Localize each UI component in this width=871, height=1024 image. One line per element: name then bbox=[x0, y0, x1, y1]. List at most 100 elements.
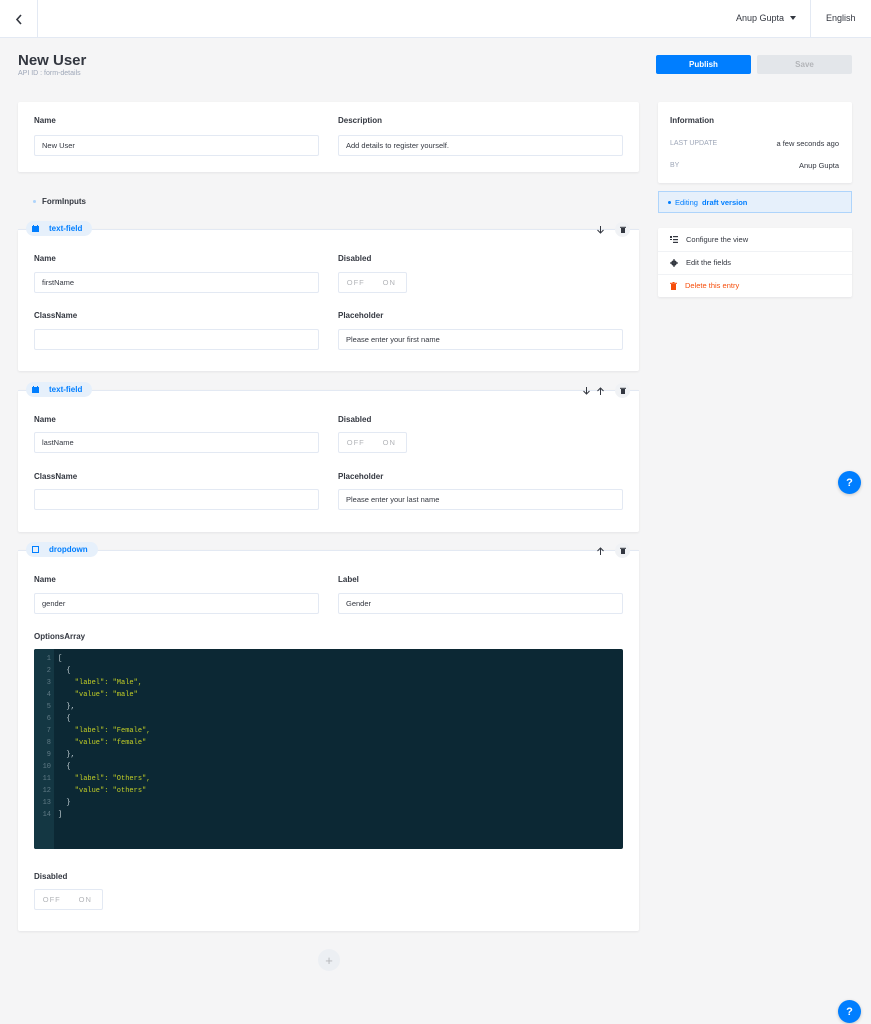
disabled-toggle[interactable]: OFF ON bbox=[338, 272, 407, 293]
code-line: 6 { bbox=[34, 713, 71, 725]
help-button[interactable]: ? bbox=[838, 471, 861, 494]
disabled-toggle[interactable]: OFF ON bbox=[34, 889, 103, 910]
trash-icon bbox=[619, 226, 626, 233]
save-button[interactable]: Save bbox=[757, 55, 852, 74]
code-line: 10 { bbox=[34, 761, 71, 773]
toggle-on[interactable]: ON bbox=[373, 273, 407, 292]
options-code-editor[interactable]: 1 [2 {3 "label": "Male", 4 "value": "male"… bbox=[34, 649, 623, 849]
move-up-button[interactable] bbox=[594, 545, 606, 557]
arrow-up-icon bbox=[596, 387, 604, 395]
delete-component-button[interactable] bbox=[615, 543, 630, 558]
help-button-bottom[interactable]: ? bbox=[838, 1000, 861, 1023]
name-label: Name bbox=[34, 254, 56, 263]
by-label: BY bbox=[670, 162, 680, 169]
dropdown-icon bbox=[32, 546, 39, 553]
component-type-label: dropdown bbox=[49, 545, 88, 554]
name-label: Name bbox=[34, 575, 56, 584]
disabled-toggle[interactable]: OFF ON bbox=[338, 432, 407, 453]
component-type-label: text-field bbox=[49, 385, 83, 394]
code-line: 11 "label": "Others", bbox=[34, 773, 151, 785]
edit-fields-link[interactable]: Edit the fields bbox=[658, 251, 852, 274]
line-number: 3 bbox=[46, 679, 51, 687]
line-number: 4 bbox=[46, 691, 51, 699]
status-version: draft version bbox=[701, 197, 748, 207]
placeholder-input[interactable]: Please enter your first name bbox=[338, 329, 623, 350]
information-title: Information bbox=[670, 116, 714, 125]
gear-icon bbox=[670, 258, 678, 267]
code-line: 12 "value": "others" bbox=[34, 785, 147, 797]
classname-label: ClassName bbox=[34, 472, 78, 481]
component-tag[interactable]: text-field bbox=[26, 221, 93, 236]
disabled-label: Disabled bbox=[338, 415, 372, 424]
line-number: 8 bbox=[46, 739, 51, 747]
label-label: Label bbox=[338, 575, 359, 584]
api-id: API ID : form-details bbox=[18, 70, 81, 77]
name-input[interactable]: firstName bbox=[34, 272, 319, 293]
name-input[interactable]: lastName bbox=[34, 432, 319, 453]
name-input[interactable]: New User bbox=[34, 135, 319, 156]
code-text: "value": "male" bbox=[58, 691, 138, 699]
last-update-label: LAST UPDATE bbox=[670, 140, 718, 147]
line-number: 11 bbox=[42, 775, 51, 783]
line-number: 9 bbox=[46, 751, 51, 759]
arrow-up-icon bbox=[596, 547, 604, 555]
placeholder-input[interactable]: Please enter your last name bbox=[338, 489, 623, 510]
code-line: 3 "label": "Male", bbox=[34, 677, 142, 689]
move-down-button[interactable] bbox=[594, 224, 606, 236]
code-line: 8 "value": "female" bbox=[34, 737, 146, 749]
caret-down-icon bbox=[790, 16, 797, 20]
component-type-label: text-field bbox=[49, 224, 83, 233]
move-up-button[interactable] bbox=[594, 385, 606, 397]
divider bbox=[810, 0, 811, 38]
line-number: 1 bbox=[46, 655, 51, 663]
add-component-button[interactable]: + bbox=[318, 949, 340, 971]
name-input[interactable]: gender bbox=[34, 593, 319, 614]
placeholder-label: Placeholder bbox=[338, 472, 384, 481]
code-text: { bbox=[58, 763, 71, 771]
toggle-on[interactable]: ON bbox=[69, 890, 103, 909]
classname-input[interactable] bbox=[34, 329, 319, 350]
calendar-icon bbox=[32, 386, 39, 393]
code-text: [ bbox=[58, 655, 63, 663]
main-fields-card: Name New User Description Add details to… bbox=[18, 102, 639, 172]
disabled-label: Disabled bbox=[34, 872, 68, 881]
component-divider bbox=[18, 550, 639, 551]
code-line: 13 } bbox=[34, 797, 71, 809]
label-input[interactable]: Gender bbox=[338, 593, 623, 614]
publish-button[interactable]: Publish bbox=[656, 55, 751, 74]
calendar-icon bbox=[32, 225, 39, 232]
placeholder-label: Placeholder bbox=[338, 311, 384, 320]
last-update-value: a few seconds ago bbox=[776, 139, 839, 148]
edit-fields-label: Edit the fields bbox=[686, 258, 732, 267]
code-line: 5 }, bbox=[34, 701, 75, 713]
toggle-off[interactable]: OFF bbox=[339, 273, 373, 292]
toggle-off[interactable]: OFF bbox=[35, 890, 69, 909]
arrow-down-icon bbox=[582, 387, 590, 395]
description-input[interactable]: Add details to register yourself. bbox=[338, 135, 623, 156]
component-card-text-field-2 bbox=[18, 390, 639, 532]
language-switcher[interactable]: English bbox=[826, 13, 856, 23]
user-menu[interactable]: Anup Gupta bbox=[736, 13, 797, 23]
classname-input[interactable] bbox=[34, 489, 319, 510]
toggle-on[interactable]: ON bbox=[373, 433, 407, 452]
component-tag[interactable]: text-field bbox=[26, 382, 93, 397]
user-name: Anup Gupta bbox=[736, 13, 785, 23]
options-array-label: OptionsArray bbox=[34, 632, 86, 641]
arrow-down-icon bbox=[596, 226, 604, 234]
line-number: 10 bbox=[42, 763, 51, 771]
delete-entry-link[interactable]: Delete this entry bbox=[658, 274, 852, 297]
configure-view-label: Configure the view bbox=[686, 235, 749, 244]
move-down-button[interactable] bbox=[580, 385, 592, 397]
delete-component-button[interactable] bbox=[615, 222, 630, 237]
toggle-off[interactable]: OFF bbox=[339, 433, 373, 452]
code-text: { bbox=[58, 715, 71, 723]
trash-icon bbox=[619, 547, 626, 554]
configure-view-link[interactable]: Configure the view bbox=[658, 228, 852, 251]
component-tag[interactable]: dropdown bbox=[26, 542, 98, 557]
line-number: 2 bbox=[46, 667, 51, 675]
code-line: 14] bbox=[34, 809, 63, 821]
code-text: }, bbox=[58, 703, 75, 711]
code-text: { bbox=[58, 667, 71, 675]
back-button[interactable] bbox=[0, 0, 38, 38]
delete-component-button[interactable] bbox=[615, 383, 630, 398]
